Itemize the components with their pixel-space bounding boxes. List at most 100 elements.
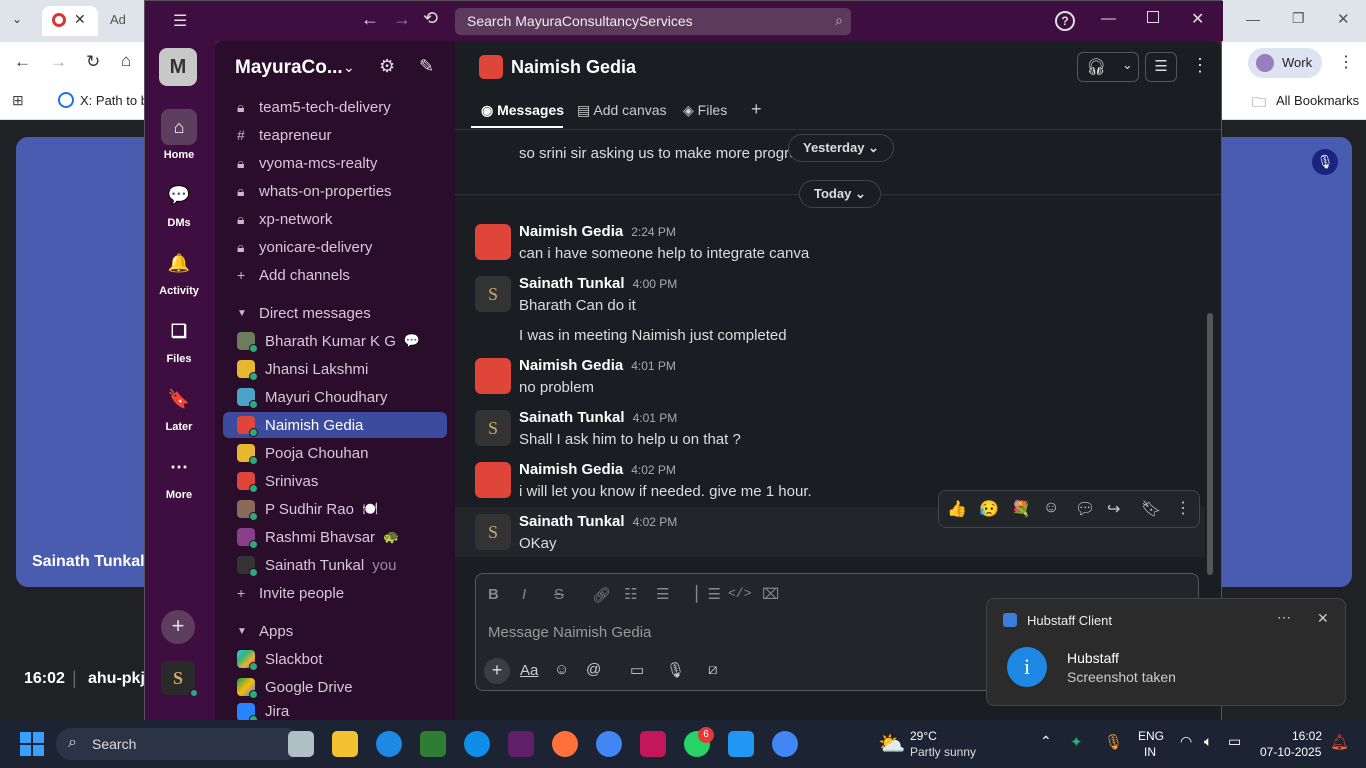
- avatar[interactable]: S: [475, 514, 511, 550]
- dm-item[interactable]: Srinivas: [223, 468, 447, 494]
- channel-item[interactable]: 🔒︎ whats-on-properties: [223, 178, 447, 204]
- add-tab-plus-icon[interactable]: +: [751, 99, 762, 120]
- hubstaff-tray-icon[interactable]: ✦: [1070, 733, 1083, 751]
- battery-icon[interactable]: ▭: [1228, 733, 1241, 750]
- dm-item[interactable]: P Sudhir Rao 🍽️: [223, 496, 447, 522]
- gear-icon[interactable]: ⚙: [379, 56, 395, 77]
- app-item[interactable]: Jira: [223, 702, 447, 721]
- rail-item-more[interactable]: ⋯ More: [145, 449, 213, 502]
- browser-tab-active[interactable]: ✕: [42, 6, 98, 36]
- minimize-icon[interactable]: —: [1246, 11, 1260, 27]
- dm-item[interactable]: Rashmi Bhavsar 🐢: [223, 524, 447, 550]
- workspace-name[interactable]: MayuraCo...: [235, 57, 343, 79]
- history-icon[interactable]: ⟲: [423, 8, 438, 29]
- avatar[interactable]: [475, 358, 511, 394]
- back-icon[interactable]: ←: [361, 9, 379, 30]
- channel-item[interactable]: 🔒︎ xp-network: [223, 206, 447, 232]
- timestamp[interactable]: 4:02 PM: [633, 515, 678, 529]
- scrollbar[interactable]: [1207, 313, 1213, 575]
- compose-icon[interactable]: ✎: [419, 56, 434, 77]
- file-explorer-icon[interactable]: [332, 731, 358, 757]
- edge-icon[interactable]: [464, 731, 490, 757]
- dm-item[interactable]: Pooja Chouhan: [223, 440, 447, 466]
- formatting-icon[interactable]: Aa: [520, 662, 538, 679]
- slash-command-icon[interactable]: ⧄: [708, 661, 718, 678]
- app-icon[interactable]: [640, 731, 666, 757]
- hubstaff-notification[interactable]: Hubstaff Client ⋯ ✕ i Hubstaff Screensho…: [986, 598, 1346, 706]
- channel-item[interactable]: 🔒︎ vyoma-mcs-realty: [223, 150, 447, 176]
- slack-icon[interactable]: [508, 731, 534, 757]
- code-block-icon[interactable]: ⌧: [762, 585, 779, 603]
- thumbs-up-icon[interactable]: 👍: [947, 499, 967, 519]
- copilot-icon[interactable]: [376, 731, 402, 757]
- kebab-menu-icon[interactable]: ⋮: [1175, 498, 1191, 518]
- all-bookmarks-link[interactable]: All Bookmarks: [1276, 93, 1359, 108]
- tab-files[interactable]: ◈ Files: [683, 102, 727, 119]
- add-workspace-button[interactable]: +: [161, 610, 195, 644]
- author-name[interactable]: Naimish Gedia: [519, 223, 623, 240]
- language-label[interactable]: ENG: [1138, 729, 1164, 743]
- chevron-down-icon[interactable]: ⌄: [12, 12, 22, 26]
- meet-participant-tile[interactable]: 🎙: [1222, 137, 1352, 587]
- taskbar-search[interactable]: ⌕ Search: [56, 728, 302, 760]
- store-icon[interactable]: [420, 731, 446, 757]
- code-icon[interactable]: </>: [728, 586, 751, 601]
- date-divider-yesterday[interactable]: Yesterday ⌄: [788, 134, 894, 162]
- microphone-icon[interactable]: 🎙︎: [1104, 733, 1123, 751]
- blockquote-icon[interactable]: ▏☰: [696, 585, 721, 603]
- firefox-icon[interactable]: [552, 731, 578, 757]
- link-icon[interactable]: 🔗︎: [592, 586, 611, 604]
- huddle-button[interactable]: 🎧︎ ⌄: [1077, 52, 1139, 82]
- forward-icon[interactable]: →: [50, 52, 67, 72]
- kebab-menu-icon[interactable]: ⋮: [1338, 52, 1354, 72]
- author-name[interactable]: Sainath Tunkal: [519, 275, 625, 292]
- add-channels-button[interactable]: + Add channels: [223, 262, 447, 288]
- forward-icon[interactable]: →: [393, 9, 411, 30]
- weather-temp[interactable]: 29°C: [910, 729, 937, 743]
- timestamp[interactable]: 4:01 PM: [633, 411, 678, 425]
- author-name[interactable]: Sainath Tunkal: [519, 409, 625, 426]
- channel-item[interactable]: 🔒︎ yonicare-delivery: [223, 234, 447, 260]
- invite-people-button[interactable]: + Invite people: [223, 580, 447, 606]
- author-name[interactable]: Sainath Tunkal: [519, 513, 625, 530]
- timestamp[interactable]: 4:00 PM: [633, 277, 678, 291]
- rail-item-files[interactable]: ❏ Files: [145, 313, 213, 366]
- bold-icon[interactable]: B: [488, 586, 499, 603]
- dm-item-selected[interactable]: Naimish Gedia: [223, 412, 447, 438]
- rail-item-activity[interactable]: 🔔 Activity: [145, 245, 213, 298]
- weather-desc[interactable]: Partly sunny: [910, 745, 976, 759]
- minimize-icon[interactable]: —: [1101, 10, 1116, 27]
- chevron-down-icon[interactable]: ⌄: [343, 59, 355, 76]
- date-divider-today[interactable]: Today ⌄: [799, 180, 881, 208]
- task-view-icon[interactable]: [288, 731, 314, 757]
- author-name[interactable]: Naimish Gedia: [519, 357, 623, 374]
- notepad-icon[interactable]: [728, 731, 754, 757]
- bullet-list-icon[interactable]: ☰: [656, 585, 669, 603]
- timestamp[interactable]: 2:24 PM: [631, 225, 676, 239]
- message-input[interactable]: Message Naimish Gedia: [488, 624, 651, 641]
- apps-grid-icon[interactable]: ⊞: [12, 92, 24, 109]
- video-icon[interactable]: ▭: [630, 661, 644, 679]
- home-icon[interactable]: ⌂: [121, 51, 131, 71]
- apps-section-header[interactable]: ▼ Apps: [223, 618, 447, 644]
- hamburger-icon[interactable]: ☰: [173, 11, 187, 31]
- celebrate-icon[interactable]: 💐: [1011, 499, 1031, 519]
- weather-icon[interactable]: ⛅: [878, 731, 905, 757]
- attach-plus-button[interactable]: +: [484, 658, 510, 684]
- search-input[interactable]: Search MayuraConsultancyServices ⌕: [455, 8, 851, 35]
- taskbar-time[interactable]: 16:02: [1292, 729, 1322, 743]
- avatar[interactable]: S: [475, 276, 511, 312]
- rail-item-later[interactable]: 🔖 Later: [145, 381, 213, 434]
- dm-item[interactable]: Jhansi Lakshmi: [223, 356, 447, 382]
- bookmark-icon[interactable]: 🔖︎: [1141, 499, 1161, 519]
- conversation-title[interactable]: Naimish Gedia: [511, 57, 636, 78]
- app-item[interactable]: Google Drive: [223, 674, 447, 700]
- dm-item[interactable]: Mayuri Choudhary: [223, 384, 447, 410]
- app-item[interactable]: Slackbot: [223, 646, 447, 672]
- maximize-icon[interactable]: ❐: [1292, 10, 1305, 27]
- author-name[interactable]: Naimish Gedia: [519, 461, 623, 478]
- avatar[interactable]: [475, 224, 511, 260]
- tab-add-canvas[interactable]: ▤ Add canvas: [577, 102, 667, 119]
- back-icon[interactable]: ←: [14, 52, 31, 72]
- close-icon[interactable]: ✕: [1337, 10, 1350, 28]
